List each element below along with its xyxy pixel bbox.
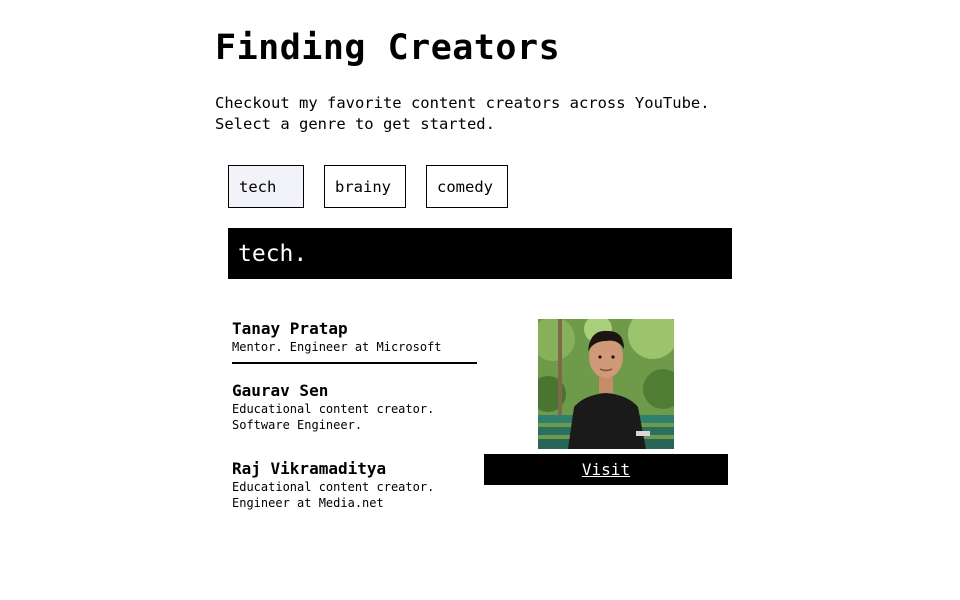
- creator-name: Raj Vikramaditya: [232, 459, 387, 478]
- intro-line-1: Checkout my favorite content creators ac…: [215, 94, 710, 112]
- intro-line-2: Select a genre to get started.: [215, 115, 495, 133]
- selected-genre-banner: tech.: [228, 228, 732, 279]
- genre-button-comedy[interactable]: comedy: [426, 165, 508, 208]
- creator-item-tanay-pratap[interactable]: Tanay Pratap Mentor. Engineer at Microso…: [232, 319, 477, 364]
- creator-list: Tanay Pratap Mentor. Engineer at Microso…: [232, 319, 477, 510]
- genre-button-brainy[interactable]: brainy: [324, 165, 406, 208]
- creator-description: Educational content creator. Engineer at…: [232, 480, 435, 510]
- creator-photo-image: [538, 319, 674, 449]
- page-title: Finding Creators: [215, 28, 561, 68]
- creator-photo: [538, 319, 674, 449]
- creator-item-raj-vikramaditya[interactable]: Raj Vikramaditya Educational content cre…: [232, 459, 434, 511]
- creator-name: Gaurav Sen: [232, 381, 329, 400]
- intro-text: Checkout my favorite content creators ac…: [215, 93, 710, 135]
- genre-button-tech[interactable]: tech: [228, 165, 304, 208]
- creator-description: Mentor. Engineer at Microsoft: [232, 340, 442, 354]
- creator-name: Tanay Pratap: [232, 319, 348, 338]
- creator-item-gaurav-sen[interactable]: Gaurav Sen Educational content creator. …: [232, 381, 434, 433]
- page: Finding Creators Checkout my favorite co…: [0, 0, 960, 600]
- creator-description: Educational content creator. Software En…: [232, 402, 435, 432]
- visit-link[interactable]: Visit: [484, 454, 728, 485]
- genre-buttons: tech brainy comedy: [228, 165, 508, 208]
